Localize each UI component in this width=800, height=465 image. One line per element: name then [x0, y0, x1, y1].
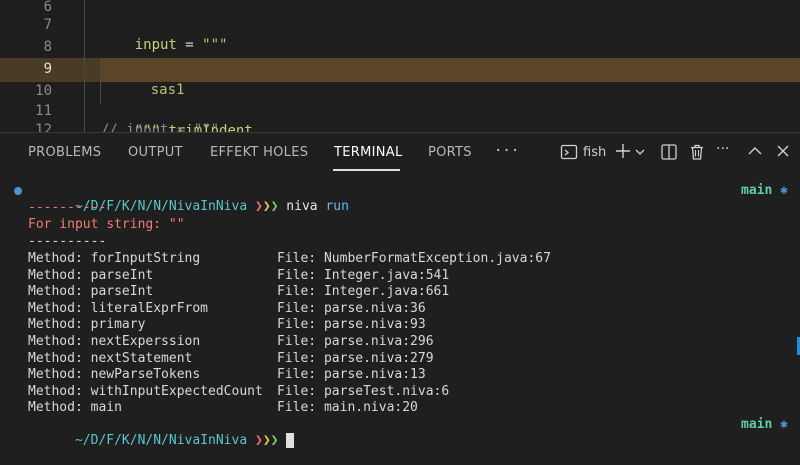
terminal-icon[interactable] [560, 143, 578, 165]
tab-output[interactable]: OUTPUT [128, 145, 183, 160]
stack-method: Method: nextStatement [28, 350, 193, 366]
code-identifier: input [134, 37, 177, 53]
trash-icon[interactable] [688, 143, 706, 165]
code-line[interactable]: input = """ [101, 15, 228, 53]
error-separator: ---------- [28, 200, 107, 215]
shell-name[interactable]: fish [583, 145, 606, 160]
stack-method: Method: withInputExpectedCount [28, 383, 263, 399]
terminal-output[interactable]: ~/D/F/K/N/N/NivaInNiva ❯❯❯ niva run main… [0, 181, 790, 448]
stack-file: File: Integer.java:541 [277, 267, 450, 283]
branch-marker: ✱ [780, 183, 788, 198]
prompt-line: ~/D/F/K/N/N/NivaInNiva ❯❯❯ niva run [28, 183, 349, 214]
close-icon[interactable] [776, 144, 790, 162]
indent-guide [84, 0, 85, 132]
prompt-chevron: ❯ [262, 199, 271, 214]
prompt-chevron: ❯ [254, 199, 263, 214]
stack-method: Method: literalExprFrom [28, 300, 209, 316]
code-line[interactable]: sas1 [117, 60, 185, 98]
stack-file: File: main.niva:20 [277, 400, 418, 416]
line-number: 9 [43, 61, 52, 77]
line-number: 11 [35, 103, 52, 119]
stack-file: File: parse.niva:13 [277, 367, 426, 383]
git-branch: main ✱ [741, 183, 788, 198]
branch-name: main [741, 417, 773, 432]
command-name: niva [286, 199, 318, 214]
tab-problems[interactable]: PROBLEMS [28, 145, 101, 160]
selection-highlight [100, 58, 800, 82]
stack-method: Method: main [28, 400, 122, 416]
stack-file: File: parse.niva:296 [277, 334, 434, 349]
stack-method: Method: nextExperssion [28, 334, 201, 349]
code-editor[interactable]: 6 7 8 9 10 11 12 input = """ sas1 """ tr… [0, 0, 800, 132]
tab-ports[interactable]: PORTS [428, 145, 472, 160]
branch-marker: ✱ [780, 417, 788, 432]
separator: ---------- [28, 234, 107, 249]
code-string: sas1 [150, 82, 185, 98]
stack-file: File: parseTest.niva:6 [277, 383, 450, 399]
command-arg: run [325, 199, 349, 214]
split-icon[interactable] [660, 143, 678, 165]
stack-file: File: parse.niva:36 [277, 300, 426, 316]
code-line[interactable]: """ trimIndent [101, 101, 253, 132]
prompt-status-dot [14, 187, 22, 195]
chevron-up-icon[interactable] [747, 144, 763, 162]
active-tab-indicator [333, 169, 400, 171]
line-number-gutter: 6 7 8 9 10 11 12 [0, 0, 70, 132]
stack-method: Method: parseInt [28, 284, 154, 300]
code-operator: = [176, 37, 203, 53]
bottom-panel: PROBLEMS OUTPUT EFFEKT HOLES TERMINAL PO… [0, 132, 800, 448]
code-line[interactable]: // input = """ [101, 120, 219, 132]
panel-tabs: PROBLEMS OUTPUT EFFEKT HOLES TERMINAL PO… [0, 133, 800, 175]
git-branch: main ✱ [741, 417, 788, 432]
more-icon[interactable]: ··· [716, 141, 729, 157]
stack-method: Method: parseInt [28, 267, 154, 283]
more-tabs-icon[interactable]: ··· [494, 143, 519, 159]
branch-name: main [741, 183, 773, 198]
line-number: 7 [43, 17, 52, 33]
line-number: 8 [43, 39, 52, 55]
stack-file: File: NumberFormatException.java:67 [277, 251, 551, 266]
stack-method: Method: forInputString [28, 251, 201, 266]
line-number: 12 [35, 122, 52, 132]
stack-file: File: parse.niva:279 [277, 350, 434, 366]
stack-file: File: parse.niva:93 [277, 317, 426, 333]
stack-file: File: Integer.java:661 [277, 284, 450, 300]
stack-method: Method: primary [28, 317, 146, 333]
plus-icon[interactable] [614, 141, 632, 165]
tab-effekt-holes[interactable]: EFFEKT HOLES [210, 145, 308, 160]
code-string: """ [202, 37, 228, 53]
stack-method: Method: newParseTokens [28, 367, 201, 383]
line-number: 10 [35, 83, 52, 99]
prompt-line: ~/D/F/K/N/N/NivaInNiva ❯❯❯ [28, 417, 295, 448]
tab-terminal[interactable]: TERMINAL [334, 145, 403, 160]
chevron-down-icon[interactable] [634, 146, 646, 162]
error-message: For input string: "" [28, 217, 185, 232]
